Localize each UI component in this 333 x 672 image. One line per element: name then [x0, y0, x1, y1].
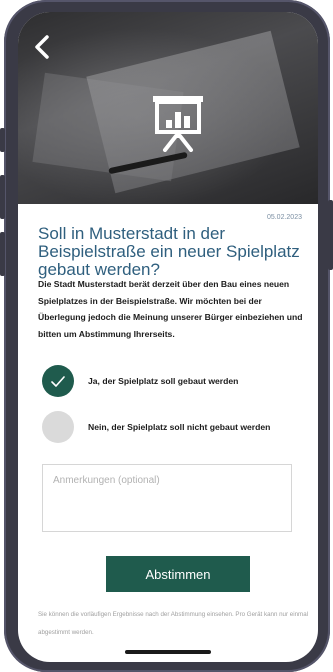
poll-date: 05.02.2023 — [266, 214, 302, 221]
option-no[interactable]: Nein, der Spielplatz soll nicht gebaut w… — [42, 411, 270, 443]
option-no-label: Nein, der Spielplatz soll nicht gebaut w… — [88, 422, 271, 432]
power-button — [328, 200, 333, 270]
vote-button[interactable]: Abstimmen — [106, 556, 250, 592]
notes-input[interactable] — [42, 464, 292, 532]
option-yes-label: Ja, der Spielplatz soll gebaut werden — [88, 376, 239, 386]
back-button[interactable] — [32, 34, 56, 62]
mute-switch — [0, 128, 5, 152]
hero-image — [18, 12, 318, 204]
home-indicator — [125, 650, 211, 654]
presentation-chart-icon — [153, 96, 203, 152]
volume-up-button — [0, 175, 5, 219]
app-screen: 05.02.2023 Soll in Musterstadt in der Be… — [18, 12, 318, 662]
checkmark-icon — [51, 375, 65, 387]
option-yes[interactable]: Ja, der Spielplatz soll gebaut werden — [42, 365, 238, 397]
volume-down-button — [0, 232, 5, 276]
poll-question: Soll in Musterstadt in der Beispielstraß… — [38, 224, 300, 279]
poll-description: Die Stadt Musterstadt berät derzeit über… — [38, 279, 303, 339]
radio-unchecked[interactable] — [42, 411, 74, 443]
radio-checked[interactable] — [42, 365, 74, 397]
results-info-text: Sie können die vorläufigen Ergebnisse na… — [38, 611, 309, 636]
chevron-left-icon — [35, 35, 49, 59]
